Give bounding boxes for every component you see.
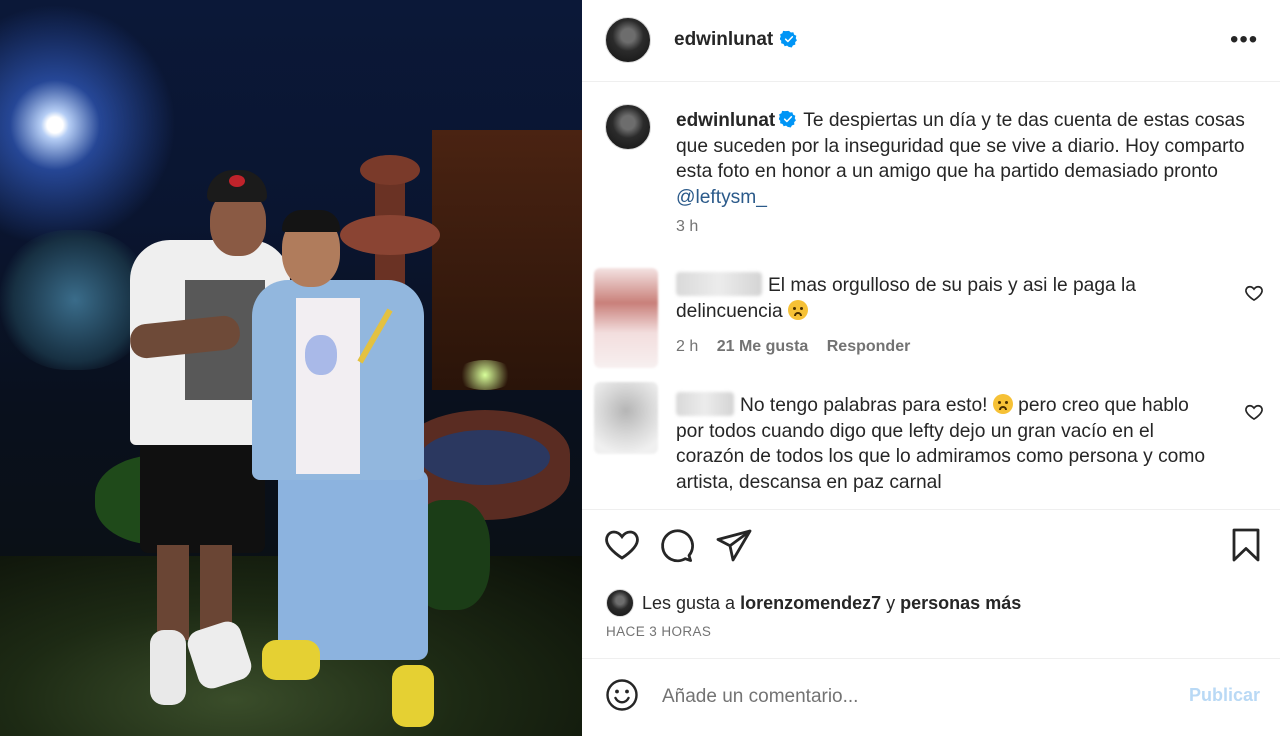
photo-fountain-top [360, 155, 420, 185]
person-right-hair [282, 210, 340, 232]
comment-body-start: No tengo palabras para esto! [740, 395, 988, 416]
author-avatar[interactable] [605, 17, 651, 63]
commenter-username-blurred[interactable] [676, 272, 762, 296]
person-left-shorts [140, 438, 265, 553]
other-likers-link[interactable]: personas más [900, 593, 1021, 613]
post-photo[interactable] [0, 0, 582, 736]
caption-author-avatar[interactable] [605, 104, 651, 150]
caption-mention-link[interactable]: @leftysm_ [676, 187, 767, 208]
liker-username[interactable]: lorenzomendez7 [740, 593, 881, 613]
cap-logo [229, 175, 245, 187]
post-side-panel: edwinlunat ••• edwinlunat Te despiertas … [582, 0, 1280, 736]
commenter-avatar-blurred[interactable] [594, 268, 658, 368]
tee-bunny-print [305, 335, 337, 375]
person-left-leg [157, 545, 189, 640]
photo-wall [432, 130, 582, 390]
divider [582, 509, 1280, 510]
comment-time[interactable]: 2 h [676, 338, 698, 355]
person-right-pants [278, 470, 428, 660]
author-username[interactable]: edwinlunat [674, 29, 773, 51]
more-options-icon[interactable]: ••• [1230, 28, 1258, 52]
comment-likes[interactable]: 21 Me gusta [717, 338, 809, 355]
comment-text: No tengo palabras para esto! pero creo q… [676, 392, 1216, 495]
person-right-tee [296, 298, 360, 474]
person-right-shoe [262, 640, 320, 680]
share-icon[interactable] [714, 525, 754, 565]
caption-text: edwinlunat Te despiertas un día y te das… [676, 108, 1270, 210]
reply-button[interactable]: Responder [827, 338, 911, 355]
commenter-username-blurred[interactable] [676, 392, 734, 416]
comment-icon[interactable] [656, 525, 696, 565]
caption-author-username[interactable]: edwinlunat [676, 110, 775, 131]
publish-button[interactable]: Publicar [1189, 685, 1260, 706]
post-timestamp[interactable]: HACE 3 HORAS [606, 624, 711, 639]
add-comment-bar: Publicar [582, 659, 1280, 736]
comment-text: El mas orgulloso de su pais y asi le pag… [676, 272, 1216, 324]
comment-input[interactable] [662, 683, 1142, 711]
comment-heart-icon[interactable] [1244, 402, 1264, 422]
photo-water [420, 430, 550, 485]
commenter-avatar-blurred[interactable] [594, 382, 658, 454]
likes-summary: Les gusta a lorenzomendez7 y personas má… [606, 589, 1021, 617]
photo-plant [0, 230, 150, 370]
verified-badge [776, 30, 798, 51]
instagram-post: edwinlunat ••• edwinlunat Te despiertas … [0, 0, 1280, 736]
heart-icon[interactable] [602, 525, 642, 565]
photo-light [455, 360, 515, 390]
person-right-shoe [392, 665, 434, 727]
likes-connector: y [886, 593, 896, 613]
liker-avatar[interactable] [606, 589, 634, 617]
person-left-shoe [150, 630, 186, 705]
comment-meta: 2 h 21 Me gusta Responder [676, 338, 924, 356]
caption-timestamp[interactable]: 3 h [676, 218, 698, 236]
bookmark-icon[interactable] [1226, 525, 1266, 565]
likes-prefix: Les gusta a [642, 593, 736, 613]
post-header: edwinlunat ••• [582, 0, 1280, 82]
emoji-picker-icon[interactable] [605, 678, 639, 712]
photo-fountain-mid [340, 215, 440, 255]
post-actions [582, 525, 1280, 569]
verified-icon [780, 30, 797, 48]
disappointed-face-emoji [992, 394, 1013, 414]
sad-face-emoji [788, 299, 809, 320]
comment-heart-icon[interactable] [1244, 283, 1264, 303]
verified-icon [779, 110, 797, 128]
